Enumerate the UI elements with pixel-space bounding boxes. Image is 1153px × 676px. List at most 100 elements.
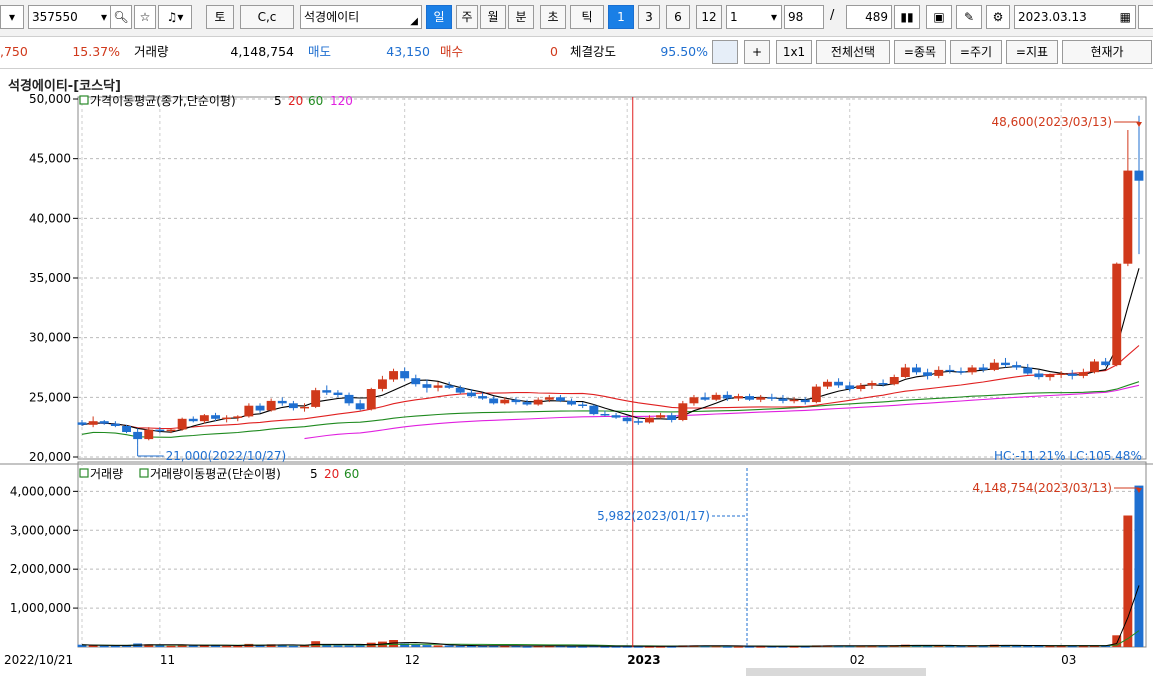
settings-button[interactable]: ⚙ [986, 5, 1010, 29]
total-count-field[interactable]: 489 [846, 5, 892, 29]
tab-week[interactable]: 주 [456, 5, 478, 29]
candle-icon: ▮▮ [900, 10, 914, 24]
stock-code-select[interactable]: 357550 ▾ [28, 5, 112, 29]
candle-body [489, 398, 499, 404]
draw-tool-button[interactable]: ✎ [956, 5, 982, 29]
tab-minute[interactable]: 분 [508, 5, 534, 29]
candle-type-button[interactable]: ▮▮ [894, 5, 920, 29]
candle-body [934, 369, 944, 376]
interval-6-button[interactable]: 6 [666, 5, 690, 29]
candle-body [722, 394, 732, 399]
price-legend-text: 120 [330, 94, 353, 108]
volume-label: 거래량 [134, 44, 169, 59]
candle-body [177, 418, 187, 430]
volume-ma5-line [81, 585, 1140, 647]
candle-body [1112, 263, 1122, 366]
volume-legend-text: 60 [344, 467, 359, 481]
menu-dropdown-button[interactable]: ▾ [0, 5, 24, 29]
price-tick-label: 45,000 [29, 152, 71, 166]
candle-body [578, 404, 588, 406]
tab-month[interactable]: 월 [480, 5, 506, 29]
candle-body [867, 383, 877, 386]
save-button[interactable]: ▣ [926, 5, 952, 29]
caret-down-icon: ▾ [177, 10, 184, 24]
tab-second[interactable]: 초 [540, 5, 566, 29]
tab-tick[interactable]: 틱 [570, 5, 604, 29]
candle-body [544, 397, 554, 400]
candle-body [567, 400, 576, 405]
candle-body [333, 392, 343, 395]
tab-day[interactable]: 일 [426, 5, 452, 29]
item-sync-button[interactable]: =종목 [894, 40, 946, 64]
favorite-button[interactable]: ☆ [134, 5, 156, 29]
count-input[interactable]: 98 [784, 5, 824, 29]
current-price-button[interactable]: 현재가 [1062, 40, 1152, 64]
candle-body [422, 384, 432, 388]
date-input[interactable]: 2023.03.13 ▦ [1014, 5, 1136, 29]
candle-body [244, 405, 254, 417]
search-button[interactable]: 🔍︎ [110, 5, 132, 29]
color-toggle-button[interactable] [712, 40, 738, 64]
candle-body [1001, 362, 1010, 366]
select-all-button[interactable]: 전체선택 [816, 40, 890, 64]
chart-area[interactable]: 50,000 45,000 40,000 35,000 30,000 25,000 20,0… [0, 76, 1153, 676]
hc-lc-readout: HC:-11.21% LC:105.48% [994, 449, 1142, 463]
candle-body [110, 423, 120, 426]
pencil-icon: ✎ [963, 10, 975, 24]
candle-body [789, 399, 799, 402]
interval-3-button[interactable]: 3 [638, 5, 660, 29]
x-tick-label: 03 [1061, 653, 1076, 667]
volume-crosshair-annotation: 5,982(2023/01/17) [597, 509, 710, 523]
arrow-down-icon [1136, 122, 1142, 127]
volume-bar [522, 646, 532, 648]
period-sync-button[interactable]: =주기 [950, 40, 1002, 64]
volume-bar [411, 644, 421, 647]
candle-body [1045, 374, 1055, 378]
price-change: ,750 [0, 44, 28, 59]
price-tick-label: 40,000 [29, 211, 71, 225]
candle-body [455, 387, 465, 393]
gear-icon: ⚙ [992, 10, 1004, 24]
candle-body [611, 415, 621, 418]
candle-body [1056, 373, 1066, 375]
layout-1x1-button[interactable]: 1x1 [776, 40, 812, 64]
candle-body [366, 389, 376, 410]
sell-label: 매도 [308, 44, 332, 59]
interval-select[interactable]: 1 ▾ [726, 5, 782, 29]
quote-bar: ,750 15.37% 거래량 4,148,754 매도 43,150 매수 0… [0, 37, 1153, 69]
volume-bar [433, 645, 443, 647]
candle-body [667, 415, 677, 420]
to-button[interactable]: 토 [206, 5, 234, 29]
candle-body [1078, 372, 1088, 376]
x-tick-label: 2022/10/21 [4, 653, 73, 667]
candle-body [133, 431, 143, 440]
price-legend-text: 20 [288, 94, 303, 108]
alert-button[interactable]: ♫▾ [158, 5, 192, 29]
candle-body [845, 385, 855, 389]
volume-bar [1123, 515, 1133, 647]
candle-body [834, 381, 843, 386]
interval-1-button[interactable]: 1 [608, 5, 634, 29]
x-tick-label: 12 [405, 653, 420, 667]
candle-body [589, 405, 599, 415]
calendar-icon: ▦ [1119, 10, 1131, 24]
ma120-line [304, 384, 1140, 440]
interval-12-button[interactable]: 12 [696, 5, 722, 29]
volume-tick-label: 2,000,000 [10, 562, 71, 576]
stock-name-field[interactable]: 석경에이티 ◢ [300, 5, 422, 29]
candle-body [778, 398, 788, 401]
indicator-sync-button[interactable]: =지표 [1006, 40, 1058, 64]
candle-body [800, 399, 810, 403]
candle-body [311, 390, 321, 407]
price-tick-label: 50,000 [29, 92, 71, 106]
option-checkbox[interactable] [1138, 5, 1153, 29]
candle-body [266, 400, 276, 411]
candle-body [878, 383, 888, 385]
add-chart-button[interactable]: + [744, 40, 770, 64]
price-low-annotation: 21,000(2022/10/27) [166, 449, 287, 463]
cc-button[interactable]: C,c [240, 5, 294, 29]
candle-body [444, 385, 454, 388]
x-tick-label: 2023 [627, 653, 660, 667]
candle-body [222, 417, 232, 420]
candle-body [378, 379, 387, 389]
